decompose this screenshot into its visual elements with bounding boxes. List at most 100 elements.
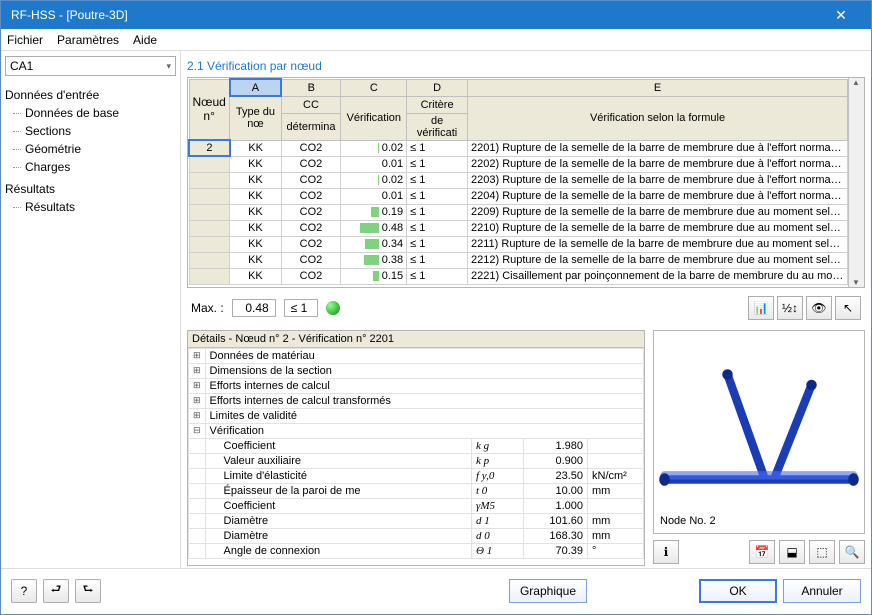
cell-crit: ≤ 1 <box>407 252 468 268</box>
graph-button[interactable]: Graphique <box>509 579 587 603</box>
ok-button[interactable]: OK <box>699 579 777 603</box>
table-row[interactable]: KKCO20.02≤ 12203) Rupture de la semelle … <box>189 172 848 188</box>
cell-cc: CO2 <box>281 268 341 284</box>
loadcase-combo[interactable]: CA1 ▾ <box>5 56 176 76</box>
tree-root-results[interactable]: Résultats <box>5 180 55 198</box>
max-crit: ≤ 1 <box>284 299 318 317</box>
row-header[interactable] <box>189 236 230 252</box>
info-icon[interactable]: ℹ <box>653 540 679 564</box>
max-label: Max. : <box>191 301 224 315</box>
tree-item[interactable]: Charges <box>17 158 176 176</box>
param-unit: mm <box>588 528 644 543</box>
status-ok-icon <box>326 301 340 315</box>
cell-desc: 2210) Rupture de la semelle de la barre … <box>468 220 848 236</box>
expander-icon[interactable]: ⊞ <box>189 393 206 408</box>
pointer-icon[interactable]: ↖ <box>835 296 861 320</box>
details-pane[interactable]: Détails - Nœud n° 2 - Vérification n° 22… <box>187 330 645 567</box>
col-c: Vérification <box>341 96 407 140</box>
scrollbar-vertical[interactable] <box>848 78 864 287</box>
group-label: Dimensions de la section <box>205 363 643 378</box>
row-header[interactable] <box>189 220 230 236</box>
max-value: 0.48 <box>232 299 276 317</box>
cell-verif: 0.48 <box>341 220 407 236</box>
details-group[interactable]: ⊞Données de matériau <box>189 348 644 363</box>
view-z-icon[interactable]: ⬓ <box>779 540 805 564</box>
menu-parametres[interactable]: Paramètres <box>57 33 119 47</box>
expander-icon[interactable]: ⊞ <box>189 408 206 423</box>
tree-item[interactable]: Données de base <box>17 104 176 122</box>
row-header[interactable] <box>189 156 230 172</box>
details-group[interactable]: ⊞Efforts internes de calcul transformés <box>189 393 644 408</box>
cell-type: KK <box>230 268 281 284</box>
menu-fichier[interactable]: Fichier <box>7 33 43 47</box>
details-param: Diamètred 1101.60mm <box>189 513 644 528</box>
navigator-pane: CA1 ▾ Données d'entrée Données de base S… <box>1 51 181 568</box>
cell-crit: ≤ 1 <box>407 188 468 204</box>
sort-icon[interactable]: ½↕ <box>777 296 803 320</box>
view1-icon[interactable]: 📅 <box>749 540 775 564</box>
row-header[interactable] <box>189 252 230 268</box>
table-row[interactable]: KKCO20.01≤ 12204) Rupture de la semelle … <box>189 188 848 204</box>
prev-icon[interactable]: ⮐ <box>43 579 69 603</box>
details-group[interactable]: ⊟Vérification <box>189 423 644 438</box>
cell-desc: 2211) Rupture de la semelle de la barre … <box>468 236 848 252</box>
view-cube-icon[interactable]: ⬚ <box>809 540 835 564</box>
col-letter-b[interactable]: B <box>281 79 341 96</box>
table-row[interactable]: 2KKCO20.02≤ 12201) Rupture de la semelle… <box>189 140 848 156</box>
cell-type: KK <box>230 204 281 220</box>
details-group[interactable]: ⊞Efforts internes de calcul <box>189 378 644 393</box>
tree-item[interactable]: Sections <box>17 122 176 140</box>
param-symbol: f y,0 <box>472 468 524 483</box>
cell-cc: CO2 <box>281 172 341 188</box>
row-header[interactable] <box>189 204 230 220</box>
group-label: Efforts internes de calcul transformés <box>205 393 643 408</box>
view-search-icon[interactable]: 🔍 <box>839 540 865 564</box>
tree-root-input[interactable]: Données d'entrée <box>5 86 99 104</box>
tree-item[interactable]: Géométrie <box>17 140 176 158</box>
param-unit: mm <box>588 513 644 528</box>
filter-icon[interactable]: 📊 <box>748 296 774 320</box>
table-row[interactable]: KKCO20.38≤ 12212) Rupture de la semelle … <box>189 252 848 268</box>
expander-icon[interactable]: ⊞ <box>189 378 206 393</box>
menu-aide[interactable]: Aide <box>133 33 157 47</box>
loadcase-value: CA1 <box>10 59 33 73</box>
row-header[interactable] <box>189 172 230 188</box>
preview-3d[interactable]: Node No. 2 <box>653 330 865 535</box>
expander-icon[interactable]: ⊞ <box>189 348 206 363</box>
details-group[interactable]: ⊞Dimensions de la section <box>189 363 644 378</box>
next-icon[interactable]: ⮑ <box>75 579 101 603</box>
table-row[interactable]: KKCO20.48≤ 12210) Rupture de la semelle … <box>189 220 848 236</box>
param-value: 1.980 <box>524 438 588 453</box>
cell-desc: 2209) Rupture de la semelle de la barre … <box>468 204 848 220</box>
table-row[interactable]: KKCO20.19≤ 12209) Rupture de la semelle … <box>189 204 848 220</box>
close-icon[interactable]: ✕ <box>821 7 861 24</box>
group-label: Données de matériau <box>205 348 643 363</box>
col-e: Vérification selon la formule <box>468 96 848 140</box>
eye-icon[interactable]: 👁 <box>806 296 832 320</box>
footer: ? ⮐ ⮑ Graphique OK Annuler <box>1 568 871 612</box>
details-group[interactable]: ⊞Limites de validité <box>189 408 644 423</box>
cell-cc: CO2 <box>281 252 341 268</box>
help-icon[interactable]: ? <box>11 579 37 603</box>
cell-crit: ≤ 1 <box>407 268 468 284</box>
row-header[interactable] <box>189 268 230 284</box>
col-letter-c[interactable]: C <box>341 79 407 96</box>
col-letter-e[interactable]: E <box>468 79 848 96</box>
expander-icon[interactable]: ⊞ <box>189 363 206 378</box>
col-a: Type du nœ <box>230 96 281 140</box>
col-letter-d[interactable]: D <box>407 79 468 96</box>
row-header[interactable] <box>189 188 230 204</box>
col-letter-a[interactable]: A <box>230 79 281 96</box>
param-value: 101.60 <box>524 513 588 528</box>
tree-item[interactable]: Résultats <box>17 198 176 216</box>
table-row[interactable]: KKCO20.34≤ 12211) Rupture de la semelle … <box>189 236 848 252</box>
results-grid[interactable]: Nœudn° A B C D E Type du nœ CC Vérificat… <box>187 77 865 288</box>
cell-verif: 0.15 <box>341 268 407 284</box>
param-label: Coefficient <box>205 438 471 453</box>
row-header[interactable]: 2 <box>189 140 230 156</box>
table-row[interactable]: KKCO20.15≤ 12221) Cisaillement par poinç… <box>189 268 848 284</box>
cancel-button[interactable]: Annuler <box>783 579 861 603</box>
expander-icon[interactable]: ⊟ <box>189 423 206 438</box>
table-row[interactable]: KKCO20.01≤ 12202) Rupture de la semelle … <box>189 156 848 172</box>
navigator-tree[interactable]: Données d'entrée Données de base Section… <box>5 82 176 216</box>
